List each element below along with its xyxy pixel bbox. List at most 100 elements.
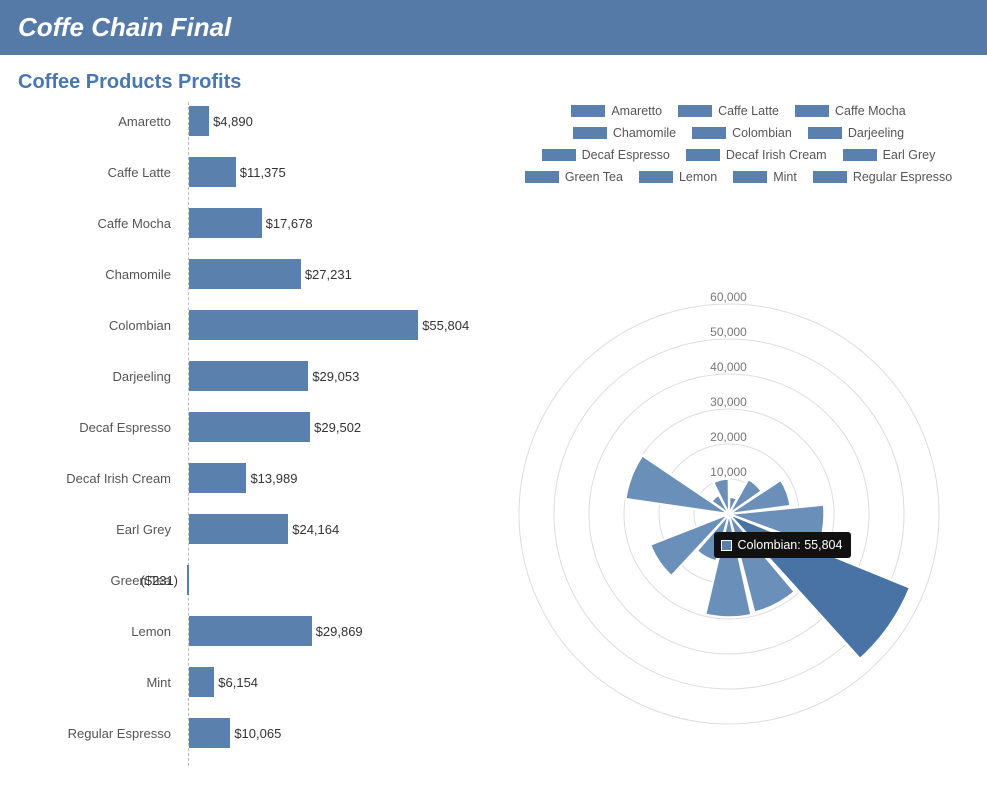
bar-rect[interactable] <box>189 361 308 391</box>
polar-ring-label: 20,000 <box>710 430 747 444</box>
page-header: Coffe Chain Final <box>0 0 987 55</box>
bar-row: Decaf Irish Cream$13,989 <box>189 463 297 493</box>
legend-swatch <box>686 149 720 161</box>
bar-row: Regular Espresso$10,065 <box>189 718 281 748</box>
bar-rect[interactable] <box>187 565 189 595</box>
bar-category-label: Amaretto <box>9 114 189 129</box>
bar-category-label: Colombian <box>9 318 189 333</box>
legend-label: Colombian <box>732 126 792 140</box>
bar-rect[interactable] <box>189 463 246 493</box>
bar-rect[interactable] <box>189 259 301 289</box>
bar-value-label: $11,375 <box>236 165 286 180</box>
bar-chart: Amaretto$4,890Caffe Latte$11,375Caffe Mo… <box>0 102 490 774</box>
page-title: Coffe Chain Final <box>18 12 231 42</box>
legend-item[interactable]: Decaf Espresso <box>542 148 670 162</box>
bar-rect[interactable] <box>189 667 214 697</box>
polar-ring-label: 40,000 <box>710 360 747 374</box>
bar-row: Darjeeling$29,053 <box>189 361 359 391</box>
bar-row: Caffe Mocha$17,678 <box>189 208 313 238</box>
legend-swatch <box>678 105 712 117</box>
legend-label: Amaretto <box>611 104 662 118</box>
legend-item[interactable]: Amaretto <box>571 104 662 118</box>
bar-row: Amaretto$4,890 <box>189 106 253 136</box>
legend-item[interactable]: Regular Espresso <box>813 170 952 184</box>
legend-swatch <box>813 171 847 183</box>
bar-category-label: Lemon <box>9 624 189 639</box>
bar-category-label: Darjeeling <box>9 369 189 384</box>
legend-label: Caffe Latte <box>718 104 779 118</box>
bar-rect[interactable] <box>189 208 262 238</box>
bar-row: Chamomile$27,231 <box>189 259 352 289</box>
bar-rect[interactable] <box>189 616 312 646</box>
legend-swatch <box>733 171 767 183</box>
legend: Amaretto Caffe Latte Caffe Mocha Chamomile C… <box>490 102 987 194</box>
polar-ring-label: 10,000 <box>710 465 747 479</box>
bar-rect[interactable] <box>189 157 236 187</box>
legend-label: Chamomile <box>613 126 676 140</box>
bar-value-label: $29,502 <box>310 420 361 435</box>
polar-ring-label: 30,000 <box>710 395 747 409</box>
bar-row: Decaf Espresso$29,502 <box>189 412 361 442</box>
bar-category-label: Mint <box>9 675 189 690</box>
bar-value-label: $4,890 <box>209 114 253 129</box>
legend-item[interactable]: Chamomile <box>573 126 676 140</box>
bar-rect[interactable] <box>189 514 288 544</box>
legend-item[interactable]: Caffe Latte <box>678 104 779 118</box>
bar-category-label: Decaf Irish Cream <box>9 471 189 486</box>
legend-item[interactable]: Colombian <box>692 126 792 140</box>
legend-label: Decaf Irish Cream <box>726 148 827 162</box>
legend-item[interactable]: Green Tea <box>525 170 623 184</box>
right-column: Amaretto Caffe Latte Caffe Mocha Chamomile C… <box>490 102 987 774</box>
legend-swatch <box>843 149 877 161</box>
legend-item[interactable]: Lemon <box>639 170 717 184</box>
bar-chart-plot: Amaretto$4,890 Caffe Latte$11,375 Caffe Mo… <box>188 102 490 766</box>
bar-row: Earl Grey$24,164 <box>189 514 339 544</box>
legend-swatch <box>808 127 842 139</box>
bar-rect[interactable] <box>189 718 230 748</box>
bar-value-label: $29,869 <box>312 624 363 639</box>
bar-row: Colombian$55,804 <box>189 310 469 340</box>
bar-value-label: $24,164 <box>288 522 339 537</box>
legend-swatch <box>542 149 576 161</box>
bar-category-label: Chamomile <box>9 267 189 282</box>
bar-value-label: $29,053 <box>308 369 359 384</box>
legend-item[interactable]: Earl Grey <box>843 148 936 162</box>
content-area: Amaretto$4,890Caffe Latte$11,375Caffe Mo… <box>0 102 987 774</box>
legend-item[interactable]: Mint <box>733 170 797 184</box>
legend-label: Regular Espresso <box>853 170 952 184</box>
bar-value-label: $27,231 <box>301 267 352 282</box>
polar-ring-label: 60,000 <box>710 290 747 304</box>
bar-rect[interactable] <box>189 310 418 340</box>
legend-label: Green Tea <box>565 170 623 184</box>
polar-chart: 10,000 20,000 30,000 40,000 50,000 60,000 Col… <box>504 214 974 774</box>
polar-ring-label: 50,000 <box>710 325 747 339</box>
bar-value-label: $10,065 <box>230 726 281 741</box>
bar-row: Mint$6,154 <box>189 667 258 697</box>
bar-category-label: Caffe Latte <box>9 165 189 180</box>
legend-swatch <box>692 127 726 139</box>
bar-category-label: Decaf Espresso <box>9 420 189 435</box>
bar-value-label: $17,678 <box>262 216 313 231</box>
bar-category-label: Regular Espresso <box>9 726 189 741</box>
chart-subtitle: Coffee Products Profits <box>0 55 987 102</box>
bar-value-label: ($231) <box>140 573 182 588</box>
bar-row: Lemon$29,869 <box>189 616 363 646</box>
tooltip-text: Colombian: 55,804 <box>738 538 843 552</box>
legend-item[interactable]: Decaf Irish Cream <box>686 148 827 162</box>
bar-category-label: Caffe Mocha <box>9 216 189 231</box>
bar-rect[interactable] <box>189 412 310 442</box>
bar-row: Caffe Latte$11,375 <box>189 157 286 187</box>
tooltip: Colombian: 55,804 <box>714 532 852 558</box>
bar-rect[interactable] <box>189 106 209 136</box>
legend-item[interactable]: Darjeeling <box>808 126 904 140</box>
legend-swatch <box>639 171 673 183</box>
legend-swatch <box>571 105 605 117</box>
bar-value-label: $55,804 <box>418 318 469 333</box>
legend-label: Mint <box>773 170 797 184</box>
legend-swatch <box>795 105 829 117</box>
legend-label: Darjeeling <box>848 126 904 140</box>
bar-value-label: $6,154 <box>214 675 258 690</box>
bar-value-label: $13,989 <box>246 471 297 486</box>
legend-item[interactable]: Caffe Mocha <box>795 104 906 118</box>
bar-category-label: Earl Grey <box>9 522 189 537</box>
